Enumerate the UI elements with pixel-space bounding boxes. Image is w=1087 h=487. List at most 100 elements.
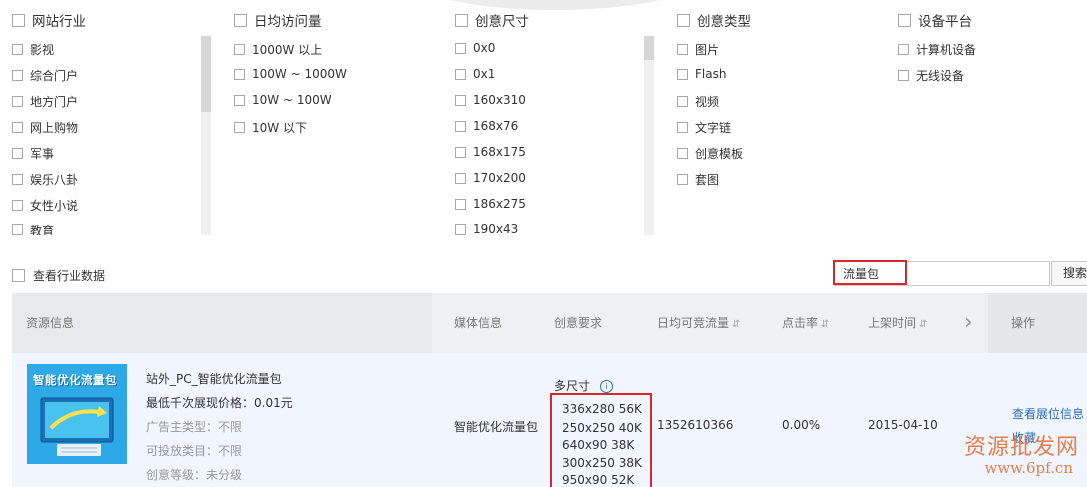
filter-option[interactable]: 0x1 xyxy=(455,67,495,81)
daily-traffic-value: 1352610366 xyxy=(657,418,734,432)
filter-option[interactable]: 创意模板 xyxy=(677,145,743,162)
checkbox[interactable] xyxy=(898,44,909,55)
filter-option[interactable]: 168x76 xyxy=(455,119,518,133)
filter-option[interactable]: 娱乐八卦 xyxy=(12,171,78,188)
checkbox[interactable] xyxy=(12,96,23,107)
filter-option[interactable]: 计算机设备 xyxy=(898,41,976,58)
filter-option[interactable]: 教育 xyxy=(12,222,54,235)
filter-option[interactable]: 1000W 以上 xyxy=(234,41,322,58)
checkbox[interactable] xyxy=(455,68,466,80)
info-icon[interactable]: i xyxy=(599,380,613,393)
chevron-right-icon[interactable]: › xyxy=(964,293,973,353)
creative-level: 创意等级：未分级 xyxy=(146,468,243,482)
col-daily-traffic[interactable]: 日均可竞流量 ⇵ xyxy=(657,293,740,355)
checkbox[interactable] xyxy=(234,13,247,27)
checkbox[interactable] xyxy=(455,146,466,158)
filter-option[interactable]: 186x275 xyxy=(455,197,526,211)
checkbox[interactable] xyxy=(898,13,911,27)
col-media-info: 媒体信息 xyxy=(454,316,503,330)
checkbox[interactable] xyxy=(455,42,466,54)
checkbox[interactable] xyxy=(677,44,688,55)
filter-option[interactable]: 100W ~ 1000W xyxy=(234,67,347,81)
checkbox[interactable] xyxy=(455,13,468,27)
filter-option[interactable]: 视频 xyxy=(677,93,719,110)
filter-option[interactable]: 190x43 xyxy=(455,222,518,235)
filter-header-device-platform[interactable]: 设备平台 xyxy=(898,10,972,30)
col-online-date[interactable]: 上架时间 ⇵ xyxy=(868,293,927,355)
view-slot-info-link[interactable]: 查看展位信息 xyxy=(1012,405,1084,422)
filter-option[interactable]: 影视 xyxy=(12,41,54,58)
filter-option[interactable]: Flash xyxy=(677,67,726,81)
filter-option[interactable]: 170x200 xyxy=(455,171,526,185)
checkbox[interactable] xyxy=(677,148,688,159)
filter-option[interactable]: 女性小说 xyxy=(12,197,78,214)
checkbox[interactable] xyxy=(898,70,909,81)
filter-option[interactable]: 套图 xyxy=(677,171,719,188)
filter-header-daily-visits[interactable]: 日均访问量 xyxy=(234,10,322,30)
checkbox[interactable] xyxy=(455,94,466,106)
scrollbar-thumb[interactable] xyxy=(644,36,654,60)
filter-option[interactable]: 168x175 xyxy=(455,145,526,159)
search-button[interactable]: 搜索 xyxy=(1051,261,1087,286)
sort-icon[interactable]: ⇵ xyxy=(732,319,740,330)
checkbox[interactable] xyxy=(12,224,23,235)
checkbox[interactable] xyxy=(12,269,25,282)
checkbox[interactable] xyxy=(677,68,688,80)
category: 可投放类目：不限 xyxy=(146,444,243,458)
ad-thumbnail[interactable]: 智能优化流量包 xyxy=(27,364,127,464)
scrollbar-thumb[interactable] xyxy=(201,36,211,112)
checkbox[interactable] xyxy=(12,13,25,27)
checkbox[interactable] xyxy=(677,174,688,185)
filter-option[interactable]: 地方门户 xyxy=(12,93,78,110)
resource-header-bg xyxy=(12,293,432,353)
checkbox[interactable] xyxy=(455,172,466,184)
filter-header-creative-type[interactable]: 创意类型 xyxy=(677,10,751,30)
checkbox[interactable] xyxy=(12,148,23,159)
ctr-value: 0.00% xyxy=(782,418,821,432)
filter-option[interactable]: 综合门户 xyxy=(12,67,78,84)
filter-header-creative-size[interactable]: 创意尺寸 xyxy=(455,10,529,30)
checkbox[interactable] xyxy=(455,224,466,235)
multi-size-label: 多尺寸 i xyxy=(554,377,613,394)
scrollbar[interactable] xyxy=(644,36,654,235)
media-info: 智能优化流量包 xyxy=(454,420,539,434)
search-input[interactable] xyxy=(834,261,1050,286)
view-industry-data-toggle[interactable]: 查看行业数据 xyxy=(12,267,105,284)
checkbox[interactable] xyxy=(455,198,466,210)
checkbox[interactable] xyxy=(12,70,23,81)
sort-icon[interactable]: ⇵ xyxy=(919,319,927,330)
filter-option[interactable]: 文字链 xyxy=(677,119,731,136)
filter-option[interactable]: 10W ~ 100W xyxy=(234,93,332,107)
filter-option[interactable]: 无线设备 xyxy=(898,67,964,84)
checkbox[interactable] xyxy=(12,200,23,211)
min-price: 最低千次展现价格：0.01元 xyxy=(146,396,293,410)
scrollbar[interactable] xyxy=(201,36,211,235)
checkbox[interactable] xyxy=(677,96,688,107)
checkbox[interactable] xyxy=(12,174,23,185)
filter-option[interactable]: 图片 xyxy=(677,41,719,58)
filter-option[interactable]: 网上购物 xyxy=(12,119,78,136)
checkbox[interactable] xyxy=(677,122,688,133)
checkbox[interactable] xyxy=(234,94,245,106)
filter-option[interactable]: 0x0 xyxy=(455,41,495,55)
filter-header-industry[interactable]: 网站行业 xyxy=(12,10,86,30)
col-ctr[interactable]: 点击率 ⇵ xyxy=(782,293,829,355)
sort-icon[interactable]: ⇵ xyxy=(821,319,829,330)
filter-option[interactable]: 160x310 xyxy=(455,93,526,107)
filter-option[interactable]: 10W 以下 xyxy=(234,119,307,136)
checkbox[interactable] xyxy=(234,68,245,80)
size-item: 300x250 38K xyxy=(562,456,642,470)
checkbox[interactable] xyxy=(677,13,690,27)
size-item: 250x250 40K xyxy=(562,421,642,435)
op-header-bg xyxy=(988,293,1087,353)
ad-name[interactable]: 站外_PC_智能优化流量包 xyxy=(146,370,282,387)
checkbox[interactable] xyxy=(234,44,245,55)
checkbox[interactable] xyxy=(234,122,245,133)
checkbox[interactable] xyxy=(455,120,466,132)
filter-option[interactable]: 军事 xyxy=(12,145,54,162)
watermark-logo: 资源批发网 www.6pf.cn xyxy=(961,427,1079,483)
size-item: 336x280 56K xyxy=(562,402,642,416)
checkbox[interactable] xyxy=(12,44,23,55)
table-header: 资源信息 媒体信息 创意要求 日均可竞流量 ⇵ 点击率 ⇵ 上架时间 ⇵ › 操作 xyxy=(12,293,1087,353)
checkbox[interactable] xyxy=(12,122,23,133)
